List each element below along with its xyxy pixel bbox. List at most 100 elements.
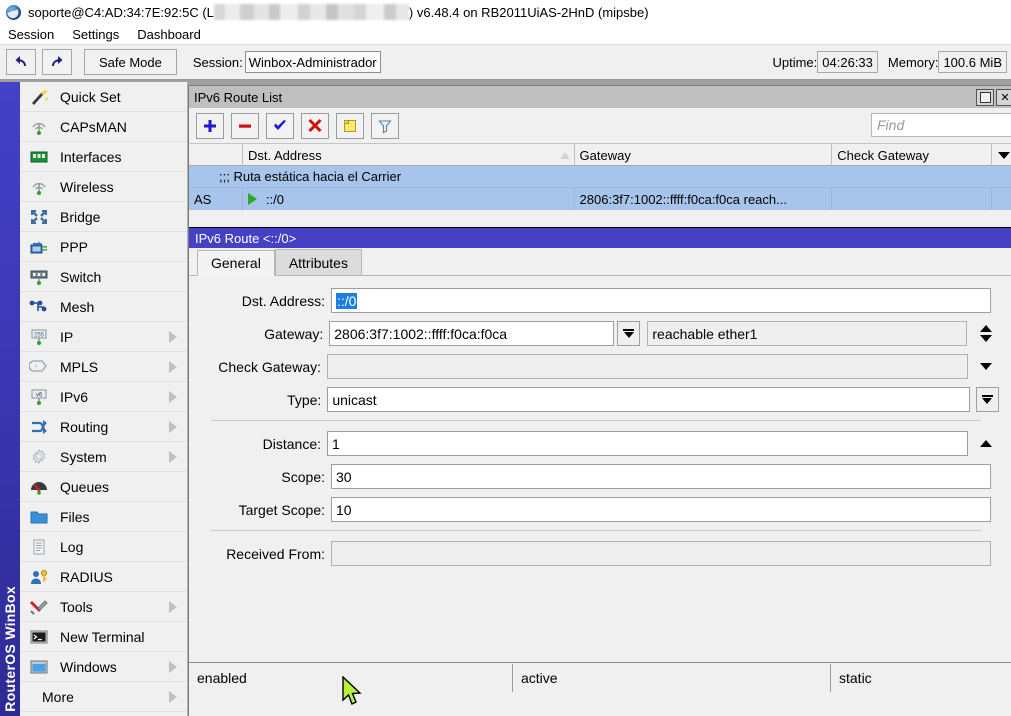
memory-value: 100.6 MiB (938, 51, 1007, 73)
chevron-right-icon (169, 601, 177, 613)
column-header-gateway[interactable]: Gateway (575, 144, 833, 166)
route-check-gateway (832, 188, 992, 210)
sidebar-item-ip[interactable]: 255 IP (20, 322, 187, 352)
sidebar-spine: RouterOS WinBox (0, 82, 20, 716)
bridge-icon (28, 207, 50, 227)
sidebar-item-wireless[interactable]: Wireless (20, 172, 187, 202)
sidebar-item-radius[interactable]: RADIUS (20, 562, 187, 592)
add-button[interactable] (196, 113, 224, 139)
find-input[interactable]: Find (871, 113, 1011, 137)
sidebar-item-label: RADIUS (60, 569, 113, 585)
type-input[interactable]: unicast (327, 387, 969, 412)
dst-address-input[interactable]: ::/0 (331, 288, 991, 313)
menu-dashboard[interactable]: Dashboard (137, 27, 201, 42)
mesh-icon (28, 297, 50, 317)
column-chooser-button[interactable] (992, 144, 1011, 166)
tab-general[interactable]: General (197, 250, 275, 276)
distance-spinner[interactable] (974, 440, 999, 447)
sidebar-item-quick-set[interactable]: Quick Set (20, 82, 187, 112)
sidebar-item-log[interactable]: Log (20, 532, 187, 562)
routeros-logo-icon (6, 5, 21, 20)
sidebar-item-more[interactable]: More (20, 682, 187, 712)
form-divider-2 (211, 530, 981, 531)
routing-icon (28, 417, 50, 437)
sidebar-item-windows[interactable]: Windows (20, 652, 187, 682)
target-scope-input[interactable]: 10 (331, 497, 991, 522)
sidebar-item-queues[interactable]: Queues (20, 472, 187, 502)
close-icon[interactable]: ✕ (996, 89, 1011, 106)
menu-session[interactable]: Session (8, 27, 54, 42)
main-sidebar: RouterOS WinBox Quick Set CAPsMAN (0, 82, 188, 716)
column-header-flags[interactable] (189, 144, 243, 166)
check-gateway-input[interactable] (327, 354, 968, 379)
tab-attributes[interactable]: Attributes (275, 249, 362, 275)
terminal-icon (28, 627, 50, 647)
sidebar-item-bridge[interactable]: Bridge (20, 202, 187, 232)
comment-button[interactable] (336, 113, 364, 139)
maximize-icon[interactable] (976, 89, 994, 106)
sidebar-item-system[interactable]: System (20, 442, 187, 472)
received-from-input (331, 541, 991, 566)
table-row-comment[interactable]: ;;; Ruta estática hacia el Carrier (189, 166, 1011, 188)
window-title: soporte@C4:AD:34:7E:92:5C (L) v6.48.4 on… (28, 4, 649, 20)
table-row[interactable]: AS ::/0 2806:3f7:1002::ffff:f0ca:f0ca re… (189, 188, 1011, 210)
sidebar-item-mpls[interactable]: MPLS (20, 352, 187, 382)
sidebar-item-mesh[interactable]: Mesh (20, 292, 187, 322)
disable-button[interactable] (301, 113, 329, 139)
chevron-right-icon (169, 331, 177, 343)
field-row-target-scope: Target Scope: 10 (189, 497, 999, 522)
window-controls: ✕ (976, 89, 1011, 106)
sidebar-spine-text-wrap: RouterOS WinBox (2, 512, 18, 712)
sidebar-item-files[interactable]: Files (20, 502, 187, 532)
sidebar-item-ppp[interactable]: PPP (20, 232, 187, 262)
received-from-label: Received From: (189, 546, 331, 562)
chevron-right-icon (169, 661, 177, 673)
column-header-check-gateway[interactable]: Check Gateway (832, 144, 992, 166)
sidebar-item-interfaces[interactable]: Interfaces (20, 142, 187, 172)
filter-button[interactable] (371, 113, 399, 139)
chevron-right-icon (169, 451, 177, 463)
field-row-dst-address: Dst. Address: ::/0 (189, 288, 999, 313)
sidebar-item-label: MPLS (60, 359, 98, 375)
sidebar-item-label: Log (60, 539, 83, 555)
gear-icon (28, 447, 50, 467)
status-enabled: enabled (189, 664, 513, 692)
route-flags: AS (189, 188, 243, 210)
sidebar-item-tools[interactable]: Tools (20, 592, 187, 622)
undo-icon[interactable] (6, 49, 36, 75)
nic-card-icon (28, 147, 50, 167)
route-comment-text: ;;; Ruta estática hacia el Carrier (219, 169, 401, 184)
distance-input[interactable]: 1 (327, 431, 968, 456)
menu-settings[interactable]: Settings (72, 27, 119, 42)
sidebar-item-label: Windows (60, 659, 117, 675)
sidebar-item-label: Routing (60, 419, 108, 435)
active-route-arrow-icon (248, 193, 257, 205)
magic-wand-icon (28, 87, 50, 107)
route-dst-address-text: ::/0 (266, 192, 284, 207)
type-dropdown-button[interactable] (976, 387, 999, 412)
sidebar-item-new-terminal[interactable]: New Terminal (20, 622, 187, 652)
sidebar-item-label: More (42, 689, 74, 705)
sidebar-item-routing[interactable]: Routing (20, 412, 187, 442)
redo-icon[interactable] (42, 49, 72, 75)
sidebar-item-ipv6[interactable]: v6 IPv6 (20, 382, 187, 412)
type-label: Type: (189, 392, 327, 408)
ip-255-icon: 255 (28, 327, 50, 347)
column-header-dst-address[interactable]: Dst. Address (243, 144, 575, 166)
scope-input[interactable]: 30 (331, 464, 991, 489)
safe-mode-button[interactable]: Safe Mode (84, 49, 177, 75)
routeros-winbox-label: RouterOS WinBox (2, 586, 18, 712)
check-gateway-dropdown-icon[interactable] (974, 363, 999, 370)
session-input[interactable]: Winbox-Administrador (245, 51, 381, 73)
sidebar-item-switch[interactable]: Switch (20, 262, 187, 292)
sort-ascending-icon (560, 152, 570, 159)
enable-button[interactable] (266, 113, 294, 139)
sidebar-item-capsman[interactable]: CAPsMAN (20, 112, 187, 142)
remove-button[interactable] (231, 113, 259, 139)
gateway-input[interactable]: 2806:3f7:1002::ffff:f0ca:f0ca (329, 321, 613, 346)
gateway-label: Gateway: (189, 326, 329, 342)
gateway-spinner[interactable] (973, 325, 999, 342)
gateway-dropdown-button[interactable] (617, 321, 641, 346)
sidebar-item-label: System (60, 449, 107, 465)
chevron-down-icon (998, 152, 1010, 159)
